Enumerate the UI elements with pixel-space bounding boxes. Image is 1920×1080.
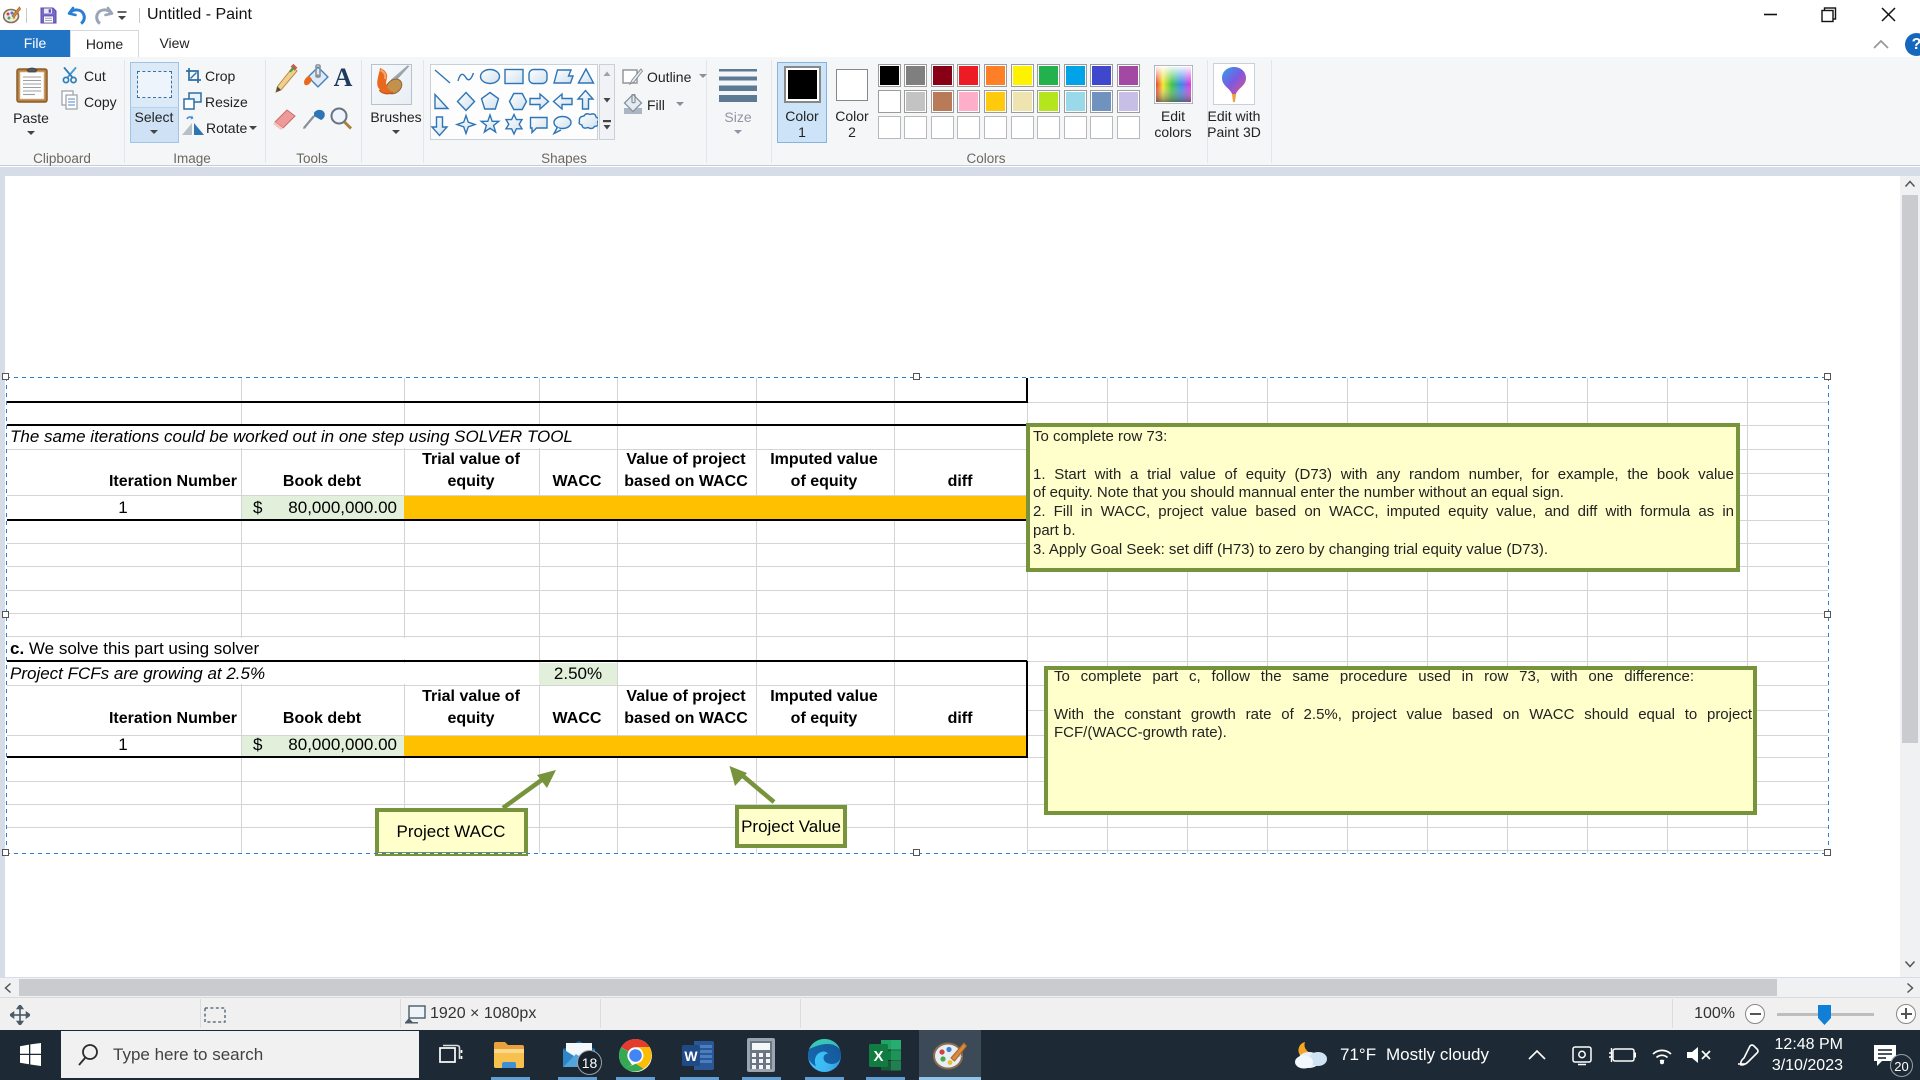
svg-text:W: W — [684, 1048, 698, 1064]
svg-text:A: A — [334, 64, 353, 92]
svg-text:X: X — [873, 1048, 883, 1065]
